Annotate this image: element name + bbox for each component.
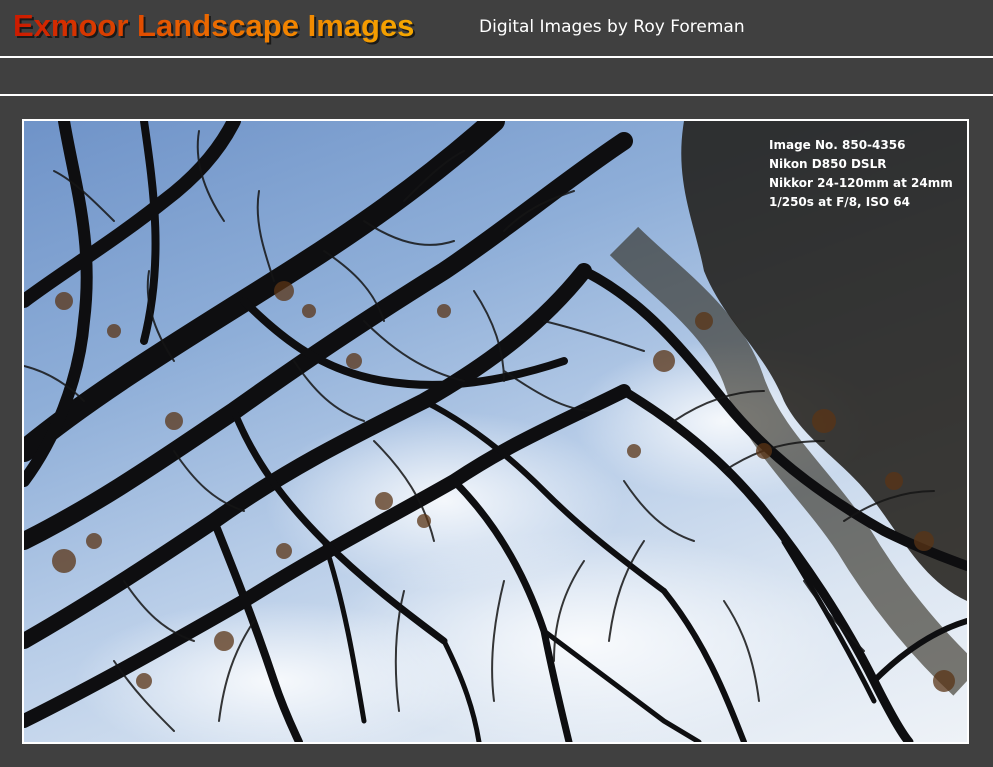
photo-frame[interactable] — [22, 119, 969, 744]
tree-canopy-photo — [24, 121, 967, 742]
site-title[interactable]: Exmoor Landscape Images — [13, 8, 414, 44]
photo-caption: Image No. 850-4356 Nikon D850 DSLR Nikko… — [769, 136, 953, 212]
caption-exposure: 1/250s at F/8, ISO 64 — [769, 195, 910, 209]
nav-bar — [0, 60, 993, 96]
caption-image-number: Image No. 850-4356 — [769, 138, 906, 152]
caption-camera: Nikon D850 DSLR — [769, 157, 887, 171]
page: Exmoor Landscape Images Exmoor Landscape… — [0, 0, 993, 767]
caption-lens: Nikkor 24-120mm at 24mm — [769, 176, 953, 190]
site-subtitle: Digital Images by Roy Foreman — [479, 17, 745, 37]
site-header: Exmoor Landscape Images Exmoor Landscape… — [0, 0, 993, 58]
